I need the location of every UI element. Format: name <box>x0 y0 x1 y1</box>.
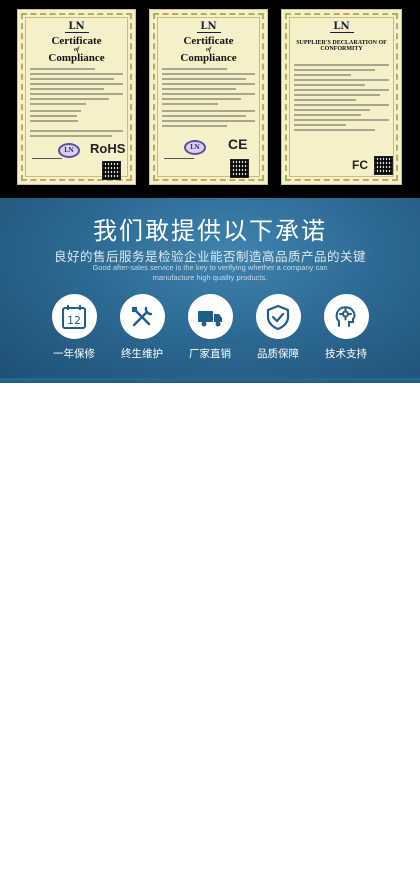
service-label: 终生维护 <box>121 348 163 360</box>
after-sales-promise-banner: 我们敢提供以下承诺 良好的售后服务是检验企业能否制造高品质产品的关键 Good … <box>0 198 420 383</box>
ln-seal-icon: LN <box>58 143 80 158</box>
service-label: 技术支持 <box>325 348 367 360</box>
ce-mark-icon: CE <box>228 136 248 152</box>
rohs-mark-icon: RoHS <box>90 141 126 156</box>
certificate-gallery: LN Certificate of Compliance LN RoHS LN … <box>0 0 420 198</box>
calendar-12-icon: 12 <box>51 294 97 339</box>
ln-logo: LN <box>150 21 267 33</box>
delivery-truck-icon <box>187 294 233 339</box>
certificate-rohs: LN Certificate of Compliance LN RoHS <box>17 9 136 185</box>
qr-code-icon <box>102 161 121 180</box>
tech-support-head-icon <box>323 294 369 339</box>
declaration-title: SUPPLIER'S DECLARATION OF CONFORMITY <box>296 40 387 52</box>
service-quality-guarantee: 品质保障 <box>248 294 308 361</box>
service-lifetime-maintenance: 终生维护 <box>112 294 172 361</box>
declaration-body-text <box>294 64 389 134</box>
shield-check-icon <box>255 294 301 339</box>
certificate-footnote <box>30 130 123 140</box>
service-label: 厂家直销 <box>189 348 231 360</box>
certificate-test-numbers <box>30 110 123 125</box>
supplier-declaration-fcc: LN SUPPLIER'S DECLARATION OF CONFORMITY … <box>281 9 402 185</box>
service-factory-direct: 厂家直销 <box>180 294 240 361</box>
promise-english-text: Good after-sales service is the key to v… <box>92 263 328 282</box>
ln-logo: LN <box>18 21 135 33</box>
certificate-title: Certificate of Compliance <box>48 35 105 64</box>
ln-logo: LN <box>282 21 401 33</box>
certificate-title: Certificate of Compliance <box>180 35 237 64</box>
fcc-mark-icon: FC <box>352 158 368 172</box>
certificate-ce: LN Certificate of Compliance LN CE <box>149 9 268 185</box>
svg-text:12: 12 <box>67 314 81 327</box>
service-label: 品质保障 <box>257 348 299 360</box>
certificate-body-text <box>162 68 255 108</box>
signature-line <box>164 158 194 159</box>
service-warranty: 12 一年保修 <box>44 294 104 361</box>
service-tech-support: 技术支持 <box>316 294 376 361</box>
ln-seal-icon: LN <box>184 140 206 155</box>
promise-title: 我们敢提供以下承诺 <box>93 217 327 245</box>
tools-icon <box>119 294 165 339</box>
qr-code-icon <box>374 156 393 175</box>
qr-code-icon <box>230 159 249 178</box>
certificate-body-text <box>30 68 123 108</box>
service-label: 一年保修 <box>53 348 95 360</box>
signature-line <box>32 158 62 159</box>
certificate-standards <box>162 110 255 130</box>
